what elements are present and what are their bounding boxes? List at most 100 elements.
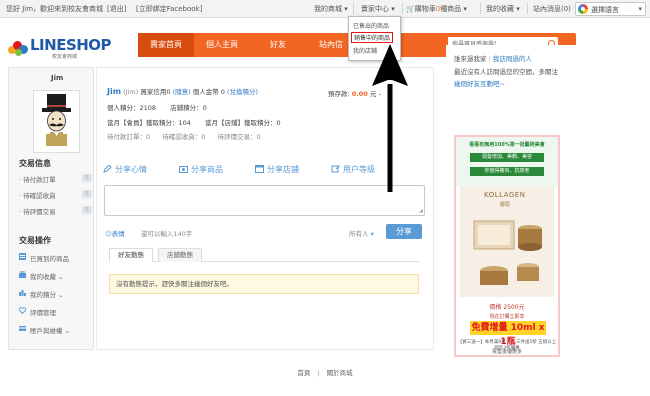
nav-personal-home[interactable]: 個人主頁 xyxy=(194,33,250,57)
profile-name: Jim xyxy=(107,87,122,96)
divider xyxy=(527,3,528,14)
pending-payment-label: · 待付款訂單 xyxy=(19,176,56,184)
caret-down-icon: ▾ xyxy=(344,5,348,13)
personal-points: 個人積分：2108 xyxy=(107,104,157,112)
mood-icon xyxy=(103,165,112,173)
tab-store-updates[interactable]: 店鋪動態 xyxy=(158,248,202,262)
ad-foot-3: 買售後優惠多 xyxy=(491,349,522,355)
exchange-points-link[interactable]: (兌換積分) xyxy=(227,88,258,96)
seller-center-link[interactable]: 賣家中心 ▾ xyxy=(361,4,395,14)
footer: 首頁 | 關於商城 xyxy=(0,367,650,377)
buyer-credit: 買家信用0 xyxy=(140,88,171,96)
purchased-items-label: 已買到的商品 xyxy=(30,255,69,263)
credit-link[interactable]: (隨意) xyxy=(173,88,191,96)
camera-icon xyxy=(179,166,188,173)
pending-payment-link[interactable]: · 待付款訂單 0 xyxy=(19,174,92,184)
resize-handle-icon[interactable]: ◢ xyxy=(419,208,423,214)
visitors-desc: 最近沒有人訪問過您的空間，多關注 xyxy=(454,68,558,76)
cart-link[interactable]: 🛒購物車0種商品 ▾ xyxy=(406,4,467,14)
visitors-desc-2: 幾個好友互動吧~ xyxy=(454,80,505,88)
cart-suffix: 種商品 xyxy=(440,5,462,13)
dropdown-item-sold[interactable]: 已售出的商品 xyxy=(353,21,389,30)
purchased-items-link[interactable]: 已買到的商品 xyxy=(19,253,92,263)
kollagen-ad-banner[interactable]: 看看有無用100%第一批藝術美會 頭髮增加、美顏、美容 你值得擁有、抗衰老 KO… xyxy=(454,135,560,357)
footer-about-link[interactable]: 關於商城 xyxy=(327,369,353,377)
gentleman-avatar-icon xyxy=(42,94,71,146)
logo-text: LINESHOP xyxy=(30,36,112,54)
visibility-select[interactable]: 所有人 ▾ xyxy=(349,228,374,238)
top-bar: 您好 Jim，歡迎來到校友會商城 [退出] [立即綁定Facebook] 我的商… xyxy=(0,0,650,18)
footer-separator: | xyxy=(317,369,320,377)
pending-receipt-link[interactable]: · 待確認收貨 0 xyxy=(19,190,92,200)
nav-friends[interactable]: 好友 xyxy=(250,33,306,57)
pending-receipt-summary[interactable]: 待確認收貨：0 xyxy=(162,133,205,141)
caret-down-icon: ▾ xyxy=(463,5,467,13)
message-count: (0) xyxy=(561,5,571,13)
pending-review-label: · 待評價交易 xyxy=(19,208,56,216)
ad-brand-sub: 膠原 xyxy=(500,202,511,208)
visited-people-link[interactable]: 我訪問過的人 xyxy=(493,55,532,63)
google-icon xyxy=(578,4,588,14)
my-mall-link[interactable]: 我的商城 ▾ xyxy=(314,4,348,14)
profile-line-1: Jim (Jim) 買家信用0 (隨意) 個人金幣 0 (兌換積分) xyxy=(107,86,258,96)
user-level-tab[interactable]: 用户等级 xyxy=(331,164,375,175)
ad-line-3: 你值得擁有、抗衰老 xyxy=(470,167,544,176)
footer-home-link[interactable]: 首頁 xyxy=(297,369,310,377)
avatar[interactable] xyxy=(33,90,80,153)
ad-price: 價格 2500元 xyxy=(489,304,525,311)
pending-payment-summary[interactable]: 待付款訂單：0 xyxy=(107,133,150,141)
logo-subtitle: 校友會商城 xyxy=(52,54,78,60)
language-selector[interactable]: 選擇語言 ▾ xyxy=(575,2,646,16)
my-points-link[interactable]: 我的積分 ⌄ xyxy=(19,289,92,299)
favorites-link[interactable]: 我的收藏 ▾ xyxy=(486,4,520,14)
favorites-label: 我的收藏 xyxy=(486,5,514,13)
site-messages-label: 站內消息 xyxy=(533,5,561,13)
ad-product-area: KOLLAGEN 膠原 xyxy=(460,187,554,297)
nav-seller-home[interactable]: 賣家首頁 xyxy=(138,33,194,57)
account-rights-link[interactable]: 賬戶與維權 ⌄ xyxy=(19,325,92,335)
ad-header: 看看有無用100%第一批藝術美會 頭髮增加、美顏、美容 你值得擁有、抗衰老 xyxy=(456,137,558,187)
cart-icon: 🛒 xyxy=(406,5,415,13)
cart-label: 購物車 xyxy=(414,5,436,13)
logout-link[interactable]: [退出] xyxy=(107,4,126,14)
bind-facebook-link[interactable]: [立即綁定Facebook] xyxy=(136,4,202,14)
ad-foot-1: 現在訂購立即享 xyxy=(489,314,525,320)
prepaid-value: 0.00 xyxy=(351,90,368,98)
ad-line-1: 看看有無用100%第一批藝術美會 xyxy=(469,142,545,148)
profile-line-3: 當月【會員】獲取積分：104 當月【店鋪】獲取積分：0 xyxy=(107,117,281,127)
coin-balance: 個人金幣 0 xyxy=(192,88,225,96)
seller-center-label: 賣家中心 xyxy=(361,5,389,13)
profile-name-paren: (Jim) xyxy=(123,88,139,96)
product-jars-image xyxy=(473,220,542,285)
caret-down-icon: ▾ xyxy=(391,5,395,13)
share-product-tab[interactable]: 分享商品 xyxy=(179,164,223,175)
share-mood-tab[interactable]: 分享心情 xyxy=(103,164,147,175)
pending-review-summary[interactable]: 待評價交易：0 xyxy=(217,133,260,141)
share-store-tab[interactable]: 分享店鋪 xyxy=(255,164,299,175)
lineshop-logo[interactable]: LINESHOP 校友會商城 xyxy=(8,36,112,60)
ad-brand: KOLLAGEN xyxy=(484,191,526,199)
tab-friend-updates[interactable]: 好友動態 xyxy=(109,248,153,262)
char-count-hint: 還可以輸入140字 xyxy=(140,230,193,238)
share-button[interactable]: 分享 xyxy=(386,224,422,239)
visibility-label: 所有人 xyxy=(349,230,369,238)
review-management-label: 評價管理 xyxy=(30,309,56,317)
emoji-button[interactable]: ☺表情 xyxy=(105,230,125,238)
site-messages-link[interactable]: 站內消息(0) xyxy=(533,4,571,14)
divider xyxy=(402,3,403,14)
ad-free-gift: 免費增量 10ml x 1瓶 xyxy=(470,321,546,347)
pending-review-link[interactable]: · 待評價交易 0 xyxy=(19,206,92,216)
visitors-header: 誰來過我家 | 我訪問過的人 xyxy=(454,55,532,63)
trade-ops-title: 交易操作 xyxy=(19,236,51,245)
user-level-label: 用户等级 xyxy=(343,165,375,174)
store-icon xyxy=(255,165,264,173)
dropdown-item-on-sale[interactable]: 銷售中的商品 xyxy=(351,32,394,43)
review-management-link[interactable]: 評價管理 xyxy=(19,307,92,317)
heart-icon xyxy=(19,307,26,314)
pending-receipt-label: · 待確認收貨 xyxy=(19,192,56,200)
my-favorites-link[interactable]: 我的收藏 ⌄ xyxy=(19,271,92,281)
visitors-title: 誰來過我家 xyxy=(454,55,487,63)
pending-payment-count: 0 xyxy=(82,174,92,182)
trade-info-title: 交易信息 xyxy=(19,159,51,168)
caret-down-icon: ▾ xyxy=(638,5,642,13)
